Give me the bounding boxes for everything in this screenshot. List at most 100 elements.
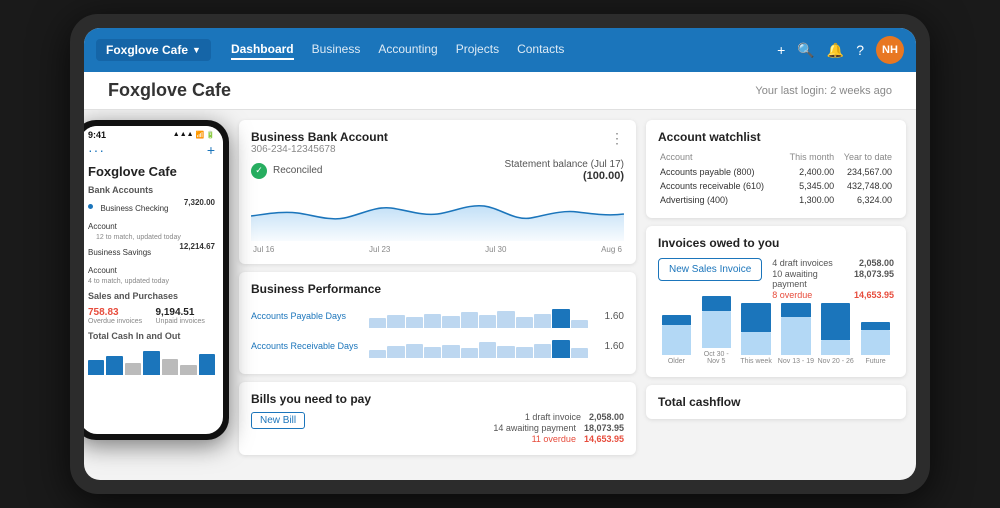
nav-link-dashboard[interactable]: Dashboard [231,40,294,60]
watchlist-col-thismonth: This month [783,152,835,164]
bell-icon[interactable]: 🔔 [827,42,844,59]
brand-name: Foxglove Cafe [106,43,188,57]
perf-bars-0 [369,304,588,328]
phone-metric-unpaid: 9,194.51 Unpaid invoices [156,307,216,325]
invoice-chart: Older Oct 30 - Nov 5 This week Nov 13 - 19 N… [658,307,894,367]
inv-chart-label: Older [668,358,685,365]
chart-labels: Jul 16 Jul 23 Jul 30 Aug 6 [251,245,624,254]
watchlist-col-ytd: Year to date [836,152,892,164]
search-icon[interactable]: 🔍 [797,42,814,59]
invoice-stat-row: 8 overdue14,653.95 [772,290,894,300]
inv-bar-group: Older [658,303,695,365]
invoices-body: New Sales Invoice 4 draft invoices2,058.… [658,258,894,301]
user-avatar[interactable]: NH [876,36,904,64]
phone-cash-section: Total Cash In and Out [88,331,215,341]
bank-card-header: Business Bank Account 306-234-12345678 ⋮ [251,130,624,155]
nav-links: Dashboard Business Accounting Projects C… [231,40,757,60]
brand-button[interactable]: Foxglove Cafe ▼ [96,39,211,61]
inv-chart-label: Nov 13 - 19 [778,358,814,365]
phone-time: 9:41 [88,130,106,140]
help-icon[interactable]: ? [856,42,864,58]
watchlist-row: Accounts payable (800)2,400.00234,567.00 [660,166,892,178]
watchlist-row: Accounts receivable (610)5,345.00432,748… [660,180,892,192]
account-dot [88,204,93,209]
bank-card-menu-icon[interactable]: ⋮ [610,130,624,147]
nav-link-projects[interactable]: Projects [456,40,499,60]
inv-bar-group: Nov 20 - 26 [817,303,854,365]
chart-label-2: Jul 30 [485,245,506,254]
bills-flex: New Bill 1 draft invoice 2,058.00 14 awa… [251,412,624,445]
inv-bar-group: Oct 30 - Nov 5 [698,296,735,365]
invoices-title: Invoices owed to you [658,236,894,250]
phone-bank-section: Bank Accounts [88,185,215,195]
perf-label-0[interactable]: Accounts Payable Days [251,311,361,321]
phone-app-bar: ··· + [84,140,223,160]
inv-bar-group: Future [857,303,894,365]
inv-bar-group: This week [738,303,775,365]
statement-label: Statement balance (Jul 17) [504,159,624,170]
perf-row-1: Accounts Receivable Days [251,334,624,358]
phone-add-icon[interactable]: + [207,142,215,158]
bills-summary: 1 draft invoice 2,058.00 14 awaiting pay… [493,412,624,445]
phone-metric-overdue: 758.83 Overdue invoices [88,307,148,325]
add-icon[interactable]: + [777,42,785,58]
watchlist-table: Account This month Year to date Accounts… [658,150,894,208]
invoice-stats: 4 draft invoices2,058.0010 awaiting paym… [772,258,894,301]
page-header: Foxglove Cafe Your last login: 2 weeks a… [84,72,916,110]
tablet-device: Foxglove Cafe ▼ Dashboard Business Accou… [70,14,930,494]
phone-metrics: 758.83 Overdue invoices 9,194.51 Unpaid … [88,307,215,325]
phone-menu-dots[interactable]: ··· [88,142,105,158]
performance-card: Business Performance Accounts Payable Da… [239,272,636,374]
bills-row-1: 14 awaiting payment 18,073.95 [493,423,624,433]
nav-link-accounting[interactable]: Accounting [378,40,437,60]
invoice-stat-row: 10 awaiting payment18,073.95 [772,269,894,289]
cashflow-title: Total cashflow [658,395,894,409]
bank-card-number: 306-234-12345678 [251,144,388,155]
perf-bars-1 [369,334,588,358]
phone-sales-section: Sales and Purchases [88,291,215,301]
perf-row-0: Accounts Payable Days [251,304,624,328]
statement-value: (100.00) [504,170,624,182]
phone-mini-chart [88,345,215,375]
invoices-card: Invoices owed to you New Sales Invoice 4… [646,226,906,377]
phone-biz-title: Foxglove Cafe [88,164,215,179]
right-panels: Account watchlist Account This month Yea… [646,120,906,470]
main-content: Foxglove Cafe Your last login: 2 weeks a… [84,72,916,480]
new-invoice-button[interactable]: New Sales Invoice [658,258,762,281]
bills-row-overdue: 11 overdue 14,653.95 [493,434,624,444]
perf-value-1: 1.60 [596,341,624,352]
inv-chart-label: Oct 30 - Nov 5 [698,351,735,365]
watchlist-card: Account watchlist Account This month Yea… [646,120,906,218]
chart-label-0: Jul 16 [253,245,274,254]
page-title: Foxglove Cafe [108,80,231,101]
bank-card-title: Business Bank Account [251,130,388,144]
phone-screen: 9:41 ▲▲▲ 📶 🔋 ··· + Foxglov [84,126,223,434]
inv-bar-group: Nov 13 - 19 [777,303,814,365]
phone-account-checking: Business Checking Account 12 to match, u… [88,198,215,241]
nav-link-contacts[interactable]: Contacts [517,40,564,60]
invoice-stat-row: 4 draft invoices2,058.00 [772,258,894,268]
bills-card-title: Bills you need to pay [251,392,624,406]
nav-actions: + 🔍 🔔 ? NH [777,36,904,64]
perf-label-1[interactable]: Accounts Receivable Days [251,341,361,351]
reconciled-check-icon: ✓ [251,163,267,179]
chart-label-1: Jul 23 [369,245,390,254]
chart-label-3: Aug 6 [601,245,622,254]
bills-card: Bills you need to pay New Bill 1 draft i… [239,382,636,455]
perf-value-0: 1.60 [596,311,624,322]
last-login: Your last login: 2 weeks ago [755,85,892,97]
phone-status-icons: ▲▲▲ 📶 🔋 [173,131,215,139]
phone-status-bar: 9:41 ▲▲▲ 📶 🔋 [84,126,223,140]
inv-chart-label: This week [740,358,772,365]
watchlist-row: Advertising (400)1,300.006,324.00 [660,194,892,206]
phone-account-savings: Business Savings Account 4 to match, upd… [88,242,215,285]
avatar-initials: NH [882,44,898,56]
new-bill-button[interactable]: New Bill [251,412,305,429]
inv-chart-label: Nov 20 - 26 [818,358,854,365]
top-navigation: Foxglove Cafe ▼ Dashboard Business Accou… [84,28,916,72]
watchlist-col-account: Account [660,152,781,164]
brand-chevron: ▼ [192,45,201,55]
phone-content: Foxglove Cafe Bank Accounts Business Che… [84,160,223,434]
cashflow-card: Total cashflow [646,385,906,419]
nav-link-business[interactable]: Business [312,40,361,60]
